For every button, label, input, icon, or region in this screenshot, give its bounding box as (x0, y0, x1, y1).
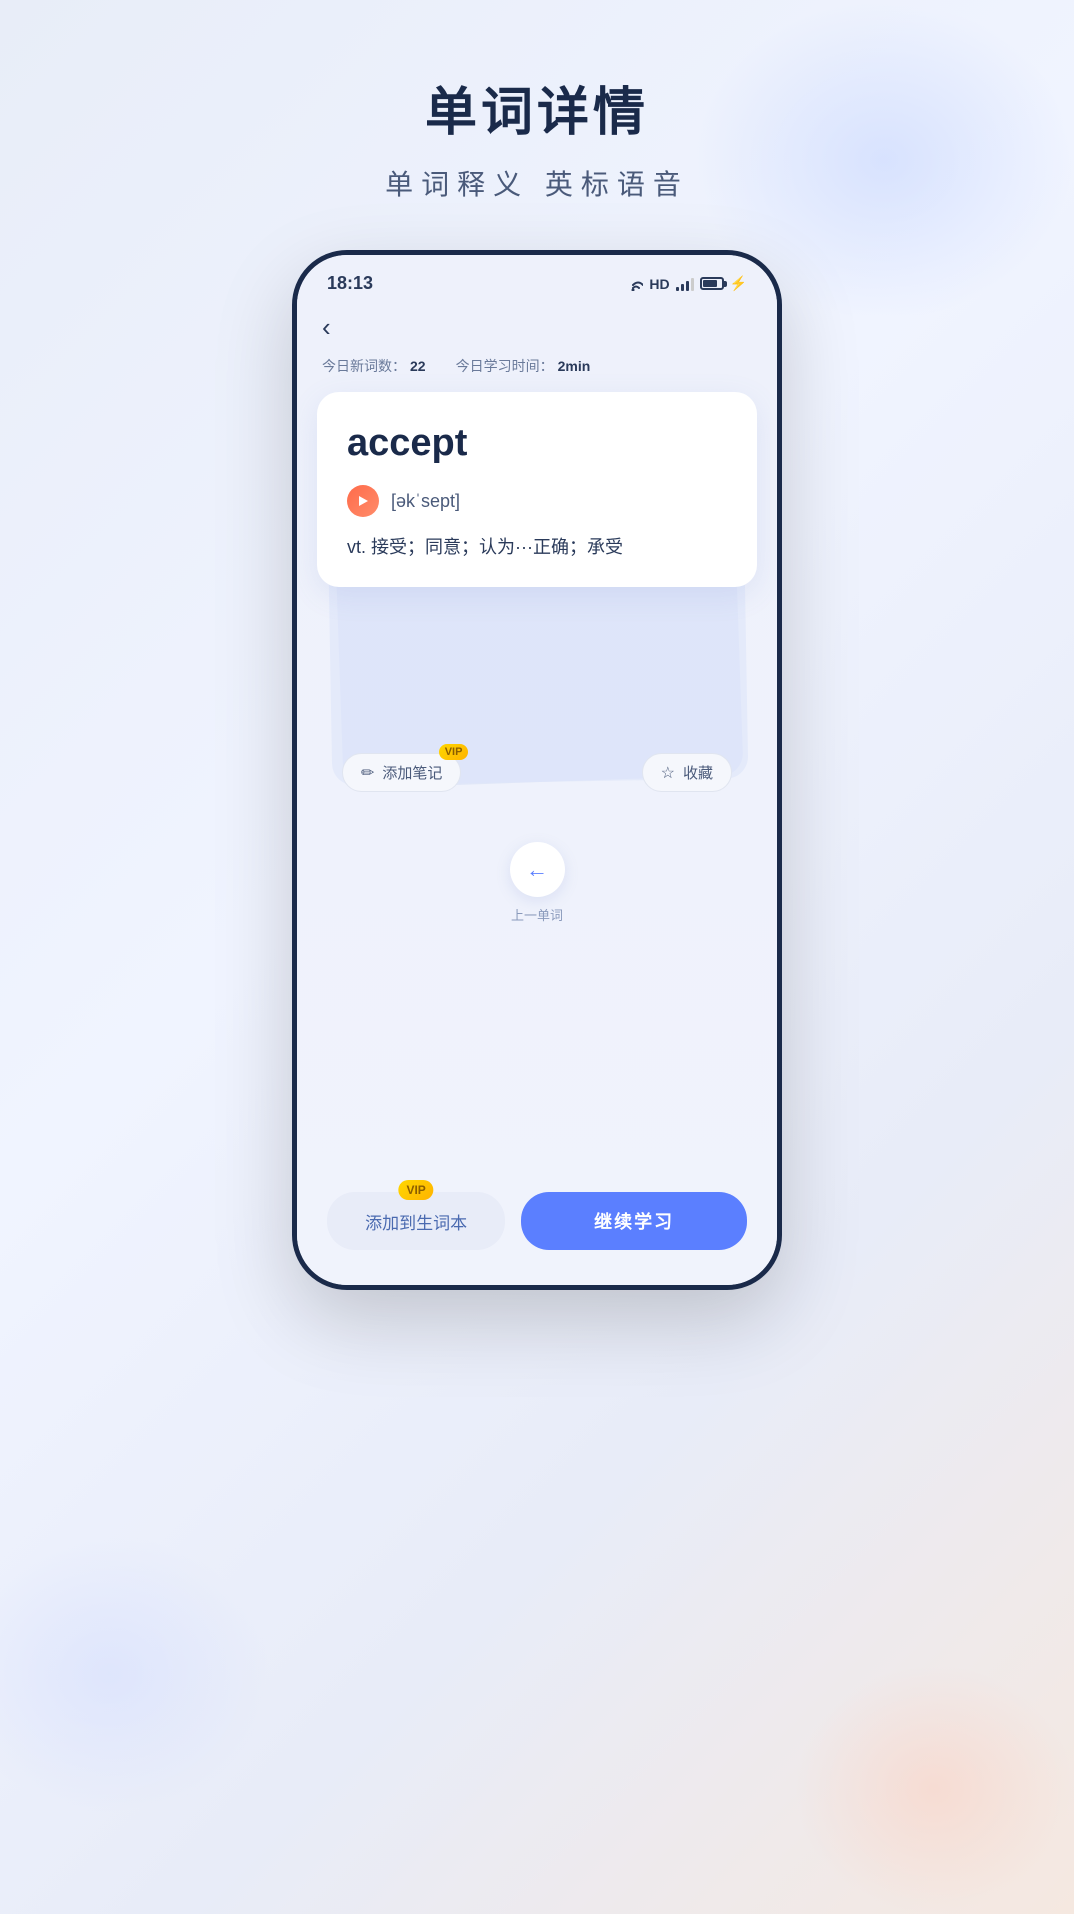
status-bar: 18:13 HD (297, 255, 777, 302)
battery-fill (703, 280, 717, 287)
wordbook-vip-badge: VIP (398, 1180, 433, 1200)
prev-arrow-icon: ← (526, 857, 548, 883)
status-icons: HD ⚡ (623, 275, 747, 292)
word-phonetic: [əkˈsept] (347, 485, 727, 517)
word-english: accept (347, 422, 727, 465)
new-words-stat: 今日新词数： 22 (322, 356, 426, 376)
navigation-area: ← 上一单词 (297, 842, 777, 924)
word-card: accept [əkˈsept] vt. 接受；同意；认为···正确；承受 (317, 392, 757, 587)
phonetic-text: [əkˈsept] (391, 491, 460, 512)
wifi-icon (623, 277, 643, 291)
study-time-stat: 今日学习时间： 2min (456, 356, 591, 376)
signal-bar-4 (691, 278, 694, 291)
card-actions: ✏ 添加笔记 VIP ☆ 收藏 (317, 753, 757, 812)
collect-button[interactable]: ☆ 收藏 (642, 753, 732, 792)
phone-mockup: 18:13 HD (292, 250, 782, 1290)
star-icon: ☆ (661, 763, 675, 783)
signal-bars (676, 277, 694, 291)
study-time-label: 今日学习时间： (456, 356, 554, 376)
word-definition: vt. 接受；同意；认为···正确；承受 (347, 533, 727, 562)
stats-bar: 今日新词数： 22 今日学习时间： 2min (297, 348, 777, 392)
note-vip-badge: VIP (439, 744, 469, 760)
signal-bar-2 (681, 284, 684, 291)
phonetic-play-icon[interactable] (347, 485, 379, 517)
add-note-button[interactable]: ✏ 添加笔记 VIP (342, 753, 461, 792)
new-words-label: 今日新词数： (322, 356, 406, 376)
bottom-buttons: VIP 添加到生词本 继续学习 (297, 1192, 777, 1250)
charging-icon: ⚡ (730, 275, 747, 292)
status-time: 18:13 (327, 273, 373, 294)
study-time-value: 2min (558, 358, 591, 374)
add-wordbook-button[interactable]: VIP 添加到生词本 (327, 1192, 505, 1250)
new-words-value: 22 (410, 358, 426, 374)
continue-study-button[interactable]: 继续学习 (521, 1192, 747, 1250)
back-button[interactable]: ‹ (297, 302, 777, 348)
signal-bar-1 (676, 287, 679, 291)
add-note-label: 添加笔记 (382, 762, 442, 783)
signal-bar-3 (686, 281, 689, 291)
prev-word-label: 上一单词 (511, 905, 563, 924)
hd-label: HD (649, 276, 669, 292)
add-wordbook-label: 添加到生词本 (365, 1214, 467, 1233)
continue-label: 继续学习 (594, 1212, 674, 1232)
collect-label: 收藏 (683, 762, 713, 783)
battery-icon (700, 277, 724, 290)
bg-blob-right (794, 1664, 1074, 1914)
page-title: 单词详情 (0, 70, 1074, 145)
prev-word-button[interactable]: ← (510, 842, 565, 897)
phone-screen: 18:13 HD (297, 255, 777, 1285)
page-header: 单词详情 单词释义 英标语音 (0, 0, 1074, 223)
bg-blob-left (0, 1534, 270, 1814)
phone-frame: 18:13 HD (292, 250, 782, 1290)
note-icon: ✏ (361, 763, 374, 783)
card-stack: accept [əkˈsept] vt. 接受；同意；认为···正确；承受 (317, 392, 757, 812)
page-subtitle: 单词释义 英标语音 (0, 163, 1074, 203)
